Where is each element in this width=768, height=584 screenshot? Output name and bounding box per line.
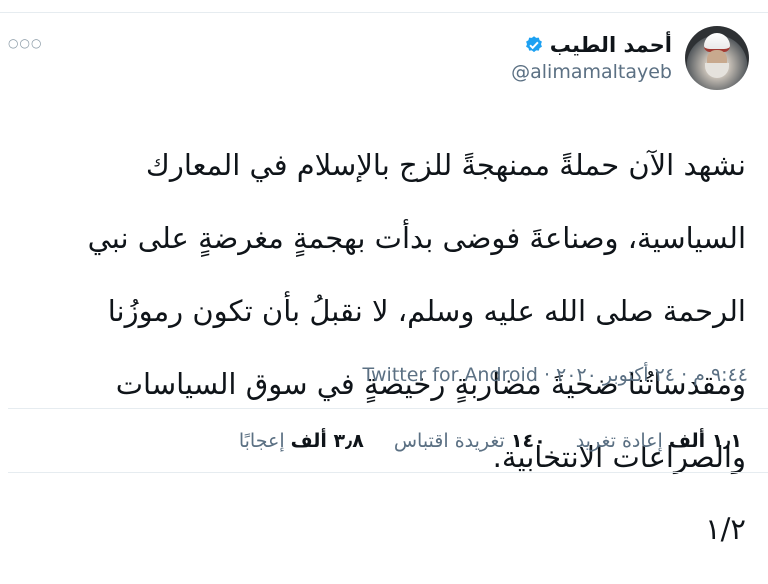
quotes-count: ١٤٠ [510,430,546,452]
tweet-line: السياسية، وصناعةَ فوضى بدأت بهجمةٍ مغرضة… [87,221,746,256]
retweets-stat[interactable]: ١٫١ ألف إعادة تغريد [576,430,742,452]
stats-row: ١٫١ ألف إعادة تغريد ١٤٠ تغريدة اقتباس ٣٫… [239,430,742,452]
author-handle[interactable]: @alimamaltayeb [511,61,672,83]
tweet-date[interactable]: ٢٤ أكتوبر ٢٠٢٠ [556,364,675,386]
quotes-stat[interactable]: ١٤٠ تغريدة اقتباس [394,430,546,452]
meta-separator: · [543,364,550,386]
likes-label: إعجابًا [238,430,285,452]
tweet-line: الرحمة صلى الله عليه وسلم، لا نقبلُ بأن … [107,294,746,329]
more-icon[interactable]: ○○○ [8,36,41,50]
avatar[interactable] [685,26,749,90]
tweet-text: نشهد الآن حملةً ممنهجةً للزج بالإسلام في… [26,111,746,584]
tweet-time[interactable]: ٩:٤٤ م [693,364,748,386]
avatar-beard [705,63,729,78]
divider [8,408,768,409]
meta-separator: · [681,364,688,386]
likes-count: ٣٫٨ ألف [290,430,364,452]
tweet-source[interactable]: Twitter for Android [363,364,538,386]
top-border [0,12,768,13]
retweets-label: إعادة تغريد [575,430,663,452]
retweets-count: ١٫١ ألف [668,430,742,452]
divider [8,472,768,473]
tweet-line: ١/٢ [705,512,746,547]
tweet-meta: ٩:٤٤ م · ٢٤ أكتوبر ٢٠٢٠ · Twitter for An… [363,364,748,386]
author-display-name[interactable]: أحمد الطيب [550,33,672,57]
verified-badge-icon [525,36,542,53]
tweet-line: نشهد الآن حملةً ممنهجةً للزج بالإسلام في… [145,148,746,183]
likes-stat[interactable]: ٣٫٨ ألف إعجابًا [239,430,364,452]
author-name-row[interactable]: أحمد الطيب [524,33,672,57]
quotes-label: تغريدة اقتباس [393,430,505,452]
